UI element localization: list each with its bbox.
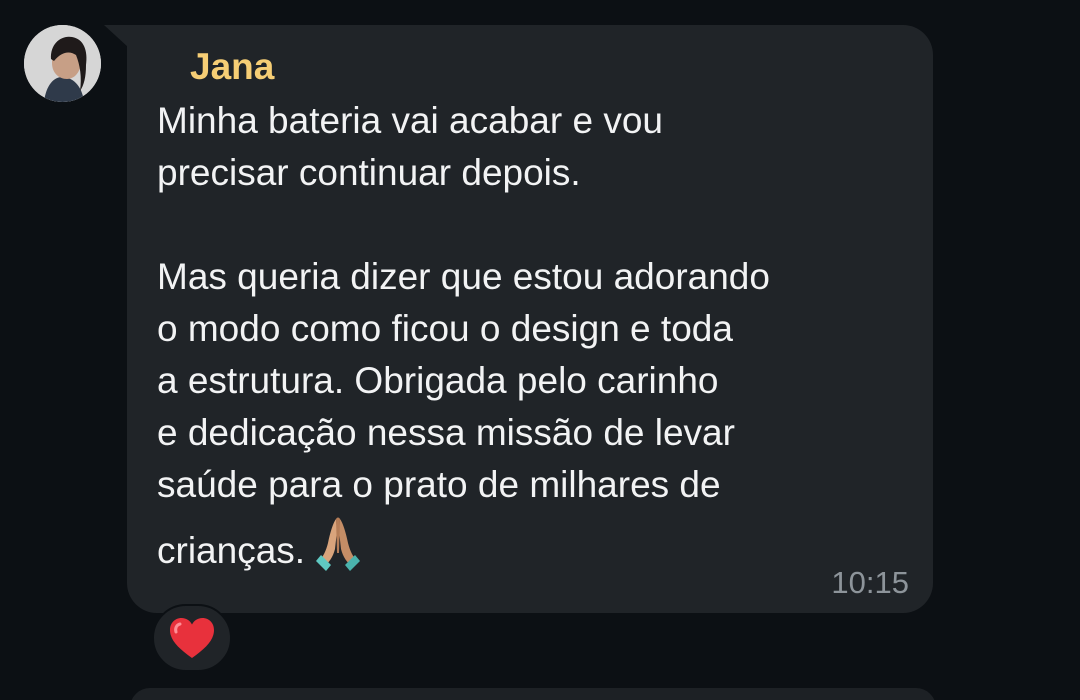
avatar-photo-icon <box>24 25 101 102</box>
reaction-badge[interactable] <box>152 604 232 672</box>
next-message-bubble[interactable] <box>130 688 936 700</box>
folded-hands-icon <box>313 511 363 587</box>
sender-name[interactable]: Jana <box>190 43 274 91</box>
bubble-tail <box>104 25 128 47</box>
message-timestamp: 10:15 <box>831 565 909 600</box>
message-text-container: Minha bateria vai acabar e vou precisar … <box>157 95 917 587</box>
sender-avatar[interactable] <box>24 25 101 102</box>
chat-screen: Jana Minha bateria vai acabar e vou prec… <box>0 0 1080 700</box>
heart-icon <box>170 618 214 658</box>
message-text: Minha bateria vai acabar e vou precisar … <box>157 100 770 571</box>
message-bubble[interactable]: Jana Minha bateria vai acabar e vou prec… <box>127 25 933 613</box>
